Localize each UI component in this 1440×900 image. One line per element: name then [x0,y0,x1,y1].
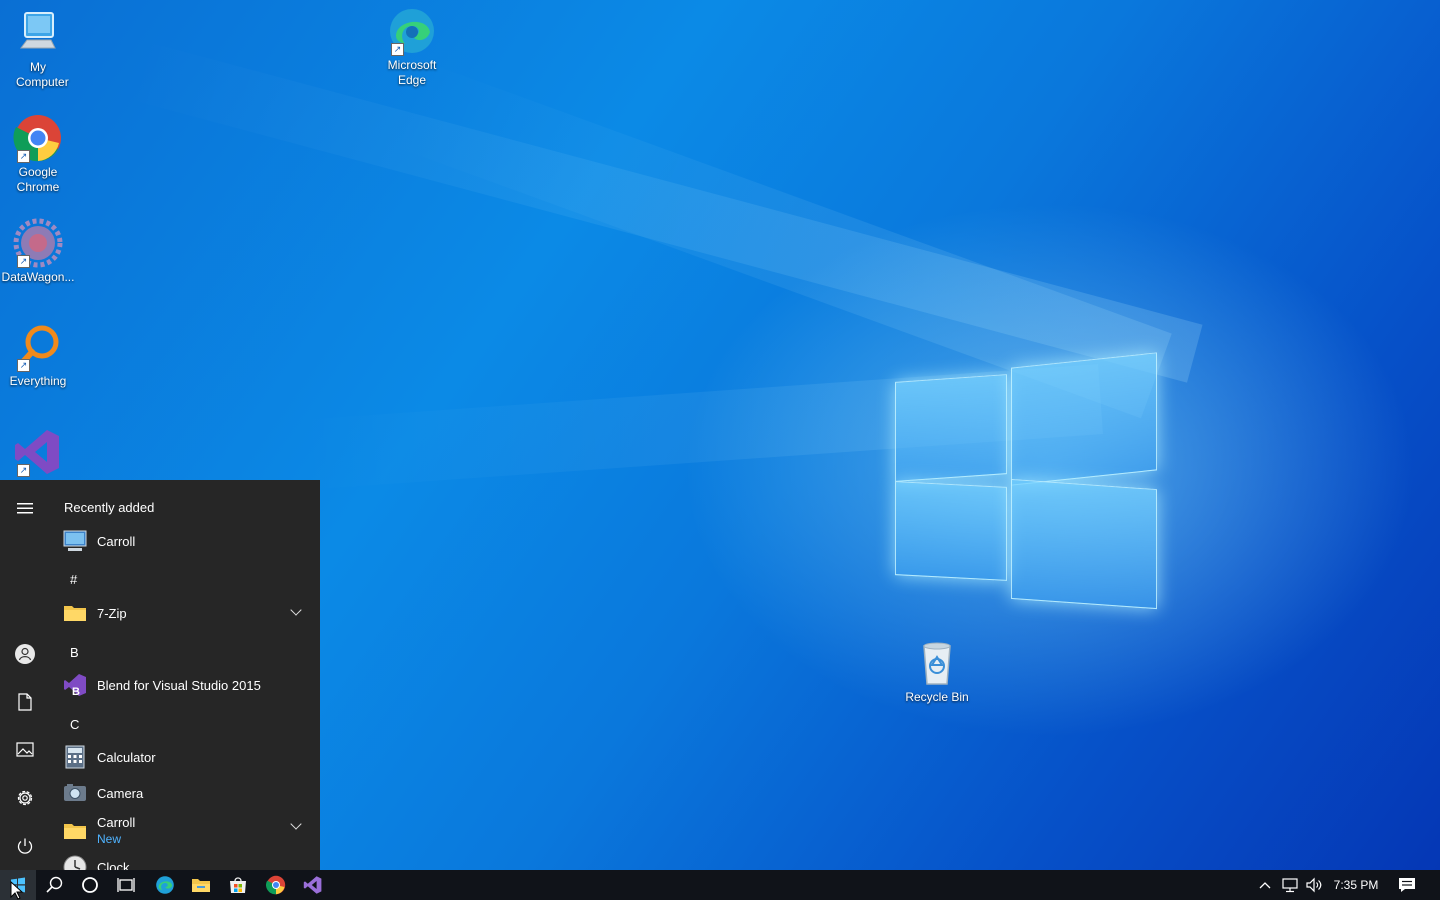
pictures-icon [16,742,34,757]
mouse-cursor-icon [10,881,24,900]
search-icon [46,876,63,893]
edge-icon [156,876,174,894]
blend-icon: B [63,673,87,698]
desktop-icon-everything[interactable]: ↗ Everything [0,322,76,389]
taskbar-edge-button[interactable] [147,870,183,900]
cortana-icon [82,877,98,893]
task-view-button[interactable] [108,870,144,900]
search-button[interactable] [36,870,72,900]
desktop-icon-datawagon[interactable]: ↗ DataWagon... [0,218,76,285]
folder-icon [63,819,87,843]
task-view-icon [117,878,135,892]
app-item-7zip[interactable]: 7-Zip [50,596,320,630]
show-hidden-icons-button[interactable] [1256,870,1274,900]
chrome-icon [266,875,286,895]
power-button[interactable] [0,826,50,866]
desktop-icon-label: Google Chrome [16,165,60,194]
camera-icon [63,781,87,805]
notifications-icon [1399,878,1415,892]
desktop-icon-label: My Computer [16,60,69,89]
app-item-label: Clock [97,859,130,871]
taskbar-file-explorer-button[interactable] [183,870,219,900]
start-menu-rail [0,480,50,870]
store-icon [230,877,246,893]
network-icon [1282,878,1298,893]
shortcut-arrow-icon: ↗ [17,359,30,372]
shortcut-arrow-icon: ↗ [17,255,30,268]
app-item-label: Blend for Visual Studio 2015 [97,677,261,693]
taskbar: 7:35 PM [0,870,1440,900]
recycle-bin-icon [923,642,951,685]
desktop-icon-label: DataWagon... [1,270,75,284]
app-item-label: Carroll [97,533,136,549]
start-menu: Recently added Carroll # 7-Zip B B Blend… [0,480,320,870]
app-item-label: 7-Zip [97,605,127,621]
documents-icon [18,693,32,711]
clock-icon [63,855,87,870]
taskbar-visual-studio-button[interactable] [295,870,331,900]
app-item-clock[interactable]: Clock [50,850,320,870]
letter-header-hash[interactable]: # [70,572,77,587]
letter-header-b[interactable]: B [70,645,79,660]
shortcut-arrow-icon: ↗ [17,150,30,163]
chevron-up-icon [1259,882,1271,889]
app-item-camera[interactable]: Camera [50,776,320,810]
computer-monitor-icon [63,529,87,553]
action-center-button[interactable] [1392,870,1422,900]
desktop-icon-my-computer[interactable]: My Computer [0,8,76,90]
pictures-button[interactable] [0,730,50,770]
desktop-icon-microsoft-edge[interactable]: ↗ Microsoft Edge [374,6,450,88]
settings-icon [17,790,33,806]
app-item-label: Carroll [97,815,136,830]
app-item-carroll[interactable]: Carroll [50,524,320,558]
chevron-down-icon[interactable] [290,818,302,830]
desktop-icon-label: Everything [9,374,67,388]
desktop-icon-recycle-bin[interactable]: Recycle Bin [899,638,975,705]
shortcut-arrow-icon: ↗ [391,43,404,56]
visual-studio-icon [303,876,322,894]
recently-added-header: Recently added [64,500,155,515]
file-explorer-icon [192,879,210,892]
network-button[interactable] [1278,870,1302,900]
app-list: Recently added Carroll # 7-Zip B B Blend… [50,480,320,870]
volume-icon [1306,877,1322,893]
app-item-label: Calculator [97,749,156,765]
chevron-down-icon[interactable] [290,604,302,616]
desktop-icon-label: Recycle Bin [905,690,969,704]
hamburger-menu-button[interactable] [0,488,50,528]
user-icon [15,644,35,664]
power-icon [17,838,33,854]
computer-icon [20,12,56,49]
svg-text:B: B [72,686,80,697]
hamburger-menu-icon [17,503,33,514]
app-item-label: Camera [97,785,144,801]
app-item-carroll-folder[interactable]: Carroll New [50,812,320,850]
new-badge: New [97,832,122,846]
shortcut-arrow-icon: ↗ [17,464,30,477]
calculator-icon [63,745,87,769]
desktop-icon-google-chrome[interactable]: ↗ Google Chrome [0,113,76,195]
letter-header-c[interactable]: C [70,717,79,732]
taskbar-store-button[interactable] [220,870,256,900]
desktop-icon-visual-studio[interactable]: ↗ [0,427,76,479]
cortana-button[interactable] [72,870,108,900]
clock-time[interactable]: 7:35 PM [1328,870,1384,900]
folder-icon [63,601,87,625]
desktop-icon-label: Microsoft Edge [387,58,437,87]
settings-button[interactable] [0,778,50,818]
documents-button[interactable] [0,682,50,722]
app-item-blend[interactable]: B Blend for Visual Studio 2015 [50,668,320,702]
taskbar-chrome-button[interactable] [258,870,294,900]
app-item-calculator[interactable]: Calculator [50,740,320,774]
volume-button[interactable] [1302,870,1326,900]
user-account-button[interactable] [0,634,50,674]
